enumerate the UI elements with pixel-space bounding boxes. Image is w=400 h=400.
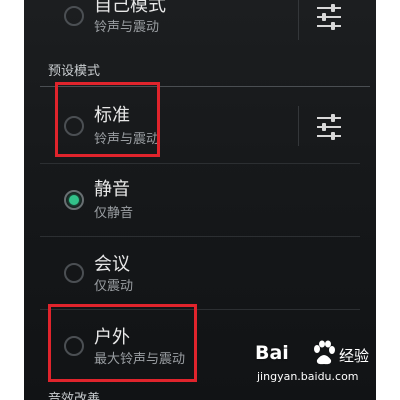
- radio-custom[interactable]: [64, 6, 84, 26]
- radio-silent-checked[interactable]: [64, 190, 84, 210]
- equalizer-sliders-icon[interactable]: [314, 112, 344, 142]
- profile-title: 会议: [94, 254, 130, 275]
- profile-subtitle-custom: 铃声与震动: [94, 20, 160, 35]
- settings-separator: [298, 106, 299, 146]
- profile-row-meeting[interactable]: 会议 仅震动: [24, 237, 376, 309]
- highlight-box-standard: [55, 82, 160, 157]
- watermark-brand: Bai: [255, 342, 289, 364]
- profile-row-silent[interactable]: 静音 仅静音: [24, 164, 376, 236]
- watermark: Bai 经验 jingyan.baidu.com: [255, 340, 375, 390]
- watermark-url: jingyan.baidu.com: [257, 370, 359, 383]
- baidu-paw-icon: [314, 340, 335, 365]
- watermark-suffix: 经验: [339, 347, 370, 365]
- settings-separator: [298, 0, 299, 40]
- radio-meeting[interactable]: [64, 263, 84, 283]
- highlight-box-outdoor: [48, 304, 197, 382]
- profile-row-custom[interactable]: 自己模式 铃声与震动: [24, 0, 376, 52]
- profile-title-custom: 自己模式: [94, 0, 166, 16]
- section-header-sound-enhancement: 音效改善: [48, 392, 101, 400]
- equalizer-sliders-icon[interactable]: [314, 2, 344, 32]
- section-header-presets: 预设模式: [48, 64, 101, 79]
- profile-subtitle: 仅震动: [94, 279, 134, 294]
- profile-subtitle: 仅静音: [94, 206, 134, 221]
- profile-title: 静音: [94, 179, 130, 200]
